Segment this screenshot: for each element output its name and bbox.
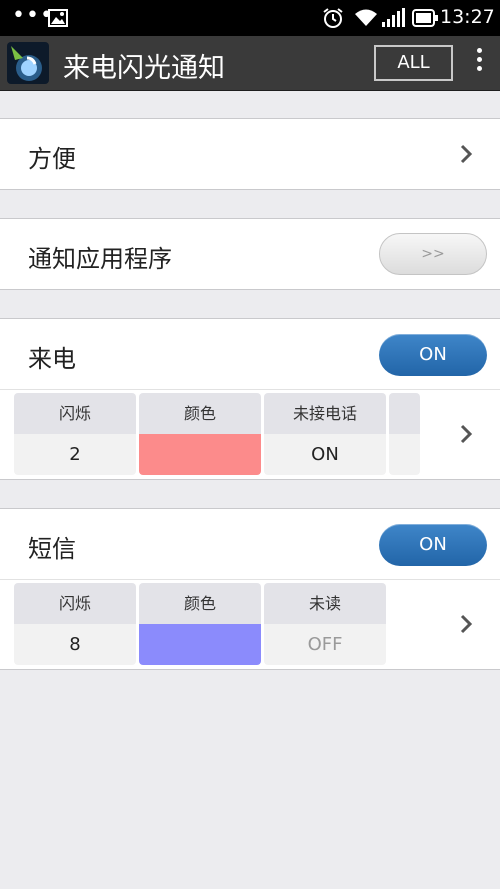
app-logo-icon (7, 42, 49, 84)
sms-label: 短信 (28, 535, 76, 563)
sms-color-cell[interactable]: 颜色 (139, 583, 261, 665)
incoming-extra-header (389, 393, 420, 434)
notify-apps-button[interactable]: >> (379, 233, 487, 275)
sms-settings-grid: 闪烁 8 颜色 未读 OFF (0, 579, 500, 670)
sms-unread-cell[interactable]: 未读 OFF (264, 583, 386, 665)
sms-flash-value: 8 (14, 624, 136, 665)
app-title: 来电闪光通知 (63, 53, 225, 84)
overflow-menu-icon[interactable] (472, 44, 486, 84)
signal-icon (382, 8, 405, 27)
wifi-icon (355, 9, 377, 26)
sms-flash-header: 闪烁 (14, 583, 136, 624)
sms-flash-cell[interactable]: 闪烁 8 (14, 583, 136, 665)
sms-section: 短信 ON 闪烁 8 颜色 未读 OFF (0, 508, 500, 670)
incoming-call-label: 来电 (28, 345, 76, 373)
incoming-color-cell[interactable]: 颜色 (139, 393, 261, 475)
battery-icon (412, 9, 438, 27)
incoming-missed-header: 未接电话 (264, 393, 386, 434)
sms-toggle[interactable]: ON (379, 524, 487, 566)
clock-time: 13:27 (440, 6, 495, 28)
chevron-right-icon[interactable] (459, 424, 473, 444)
sms-color-swatch (139, 624, 261, 665)
sms-unread-header: 未读 (264, 583, 386, 624)
chevron-right-icon (460, 144, 473, 164)
all-button[interactable]: ALL (374, 45, 453, 81)
notify-apps-label: 通知应用程序 (28, 245, 172, 273)
sms-color-header: 颜色 (139, 583, 261, 624)
incoming-extra-cell[interactable] (389, 393, 420, 475)
incoming-call-toggle[interactable]: ON (379, 334, 487, 376)
incoming-extra-value (389, 434, 420, 475)
incoming-call-settings-grid: 闪烁 2 颜色 未接电话 ON (0, 389, 500, 480)
incoming-missed-value: ON (264, 434, 386, 475)
convenience-row[interactable]: 方便 (0, 118, 500, 190)
chevron-right-icon[interactable] (459, 614, 473, 634)
sms-unread-value: OFF (264, 624, 386, 665)
image-icon (48, 9, 68, 27)
incoming-missed-cell[interactable]: 未接电话 ON (264, 393, 386, 475)
incoming-flash-header: 闪烁 (14, 393, 136, 434)
incoming-flash-value: 2 (14, 434, 136, 475)
alarm-icon (323, 8, 343, 28)
notify-apps-row: 通知应用程序 >> (0, 218, 500, 290)
convenience-label: 方便 (28, 145, 76, 173)
incoming-color-header: 颜色 (139, 393, 261, 434)
app-bar: 来电闪光通知 ALL (0, 36, 500, 91)
incoming-color-swatch (139, 434, 261, 475)
incoming-call-section: 来电 ON 闪烁 2 颜色 未接电话 ON (0, 318, 500, 480)
incoming-flash-cell[interactable]: 闪烁 2 (14, 393, 136, 475)
status-bar: ••• 13:27 (0, 0, 500, 36)
